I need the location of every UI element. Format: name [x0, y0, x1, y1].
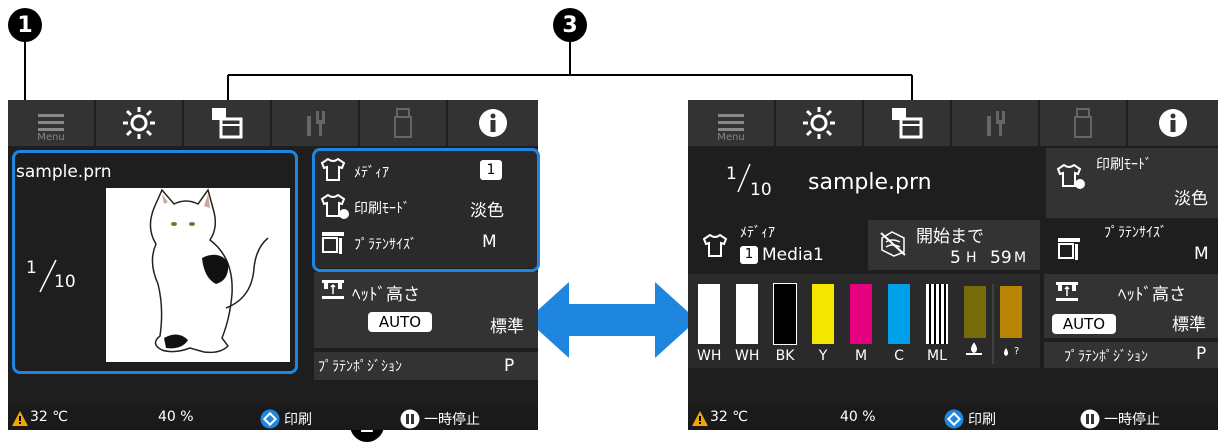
pause-label[interactable]: 一時停止 [1104, 409, 1160, 429]
platen-position-value: P [1196, 344, 1207, 364]
ink-bar-m [850, 284, 872, 344]
warning-icon [692, 411, 708, 426]
print-label[interactable]: 印刷 [968, 409, 996, 429]
switch-arrow-icon [527, 282, 697, 358]
brightness-button[interactable] [96, 100, 182, 146]
ink-bar-ml [926, 284, 948, 344]
highlight-settings [312, 148, 540, 272]
print-mode-icon [1056, 164, 1085, 189]
platen-size-icon [1058, 238, 1080, 260]
ink-label: WH [735, 348, 760, 364]
media-badge: 1 [740, 246, 758, 264]
platen-size-value: M [1194, 244, 1209, 264]
maintenance-button[interactable] [272, 100, 358, 146]
info-icon [1159, 109, 1187, 137]
usb-button[interactable] [360, 100, 446, 146]
job-switch-button[interactable] [184, 100, 270, 146]
no-dry-icon [880, 231, 906, 257]
screen-switch-icon [892, 108, 923, 139]
platen-position-value: P [504, 356, 515, 376]
ink-bar-y [812, 284, 834, 344]
ink-label: ML [927, 348, 947, 364]
menu-button[interactable]: Menu [688, 100, 774, 146]
start-hours-unit: H [966, 250, 977, 266]
right-screen: Menu 1 10 sample.prn 印刷ﾓｰﾄﾞ 淡色 ﾒﾃﾞｨｱ 1 M… [688, 100, 1218, 430]
media-label: ﾒﾃﾞｨｱ [740, 225, 775, 241]
menu-icon [718, 114, 744, 131]
svg-text:?: ? [1014, 346, 1019, 357]
platen-position-label: ﾌﾟﾗﾃﾝﾎﾟｼﾞｼｮﾝ [1064, 349, 1148, 365]
warning-icon [12, 411, 28, 426]
humidity-value: 40 % [158, 409, 194, 425]
ink-bar-bk [773, 283, 797, 345]
head-height-value: 標準 [1172, 315, 1206, 335]
ink-label: M [854, 348, 868, 364]
menu-label: Menu [717, 132, 745, 143]
ink-label: BK [775, 348, 795, 364]
start-hours: 5 [950, 248, 961, 268]
maintenance-button[interactable] [952, 100, 1038, 146]
head-height-icon [322, 280, 344, 299]
platen-position-label: ﾌﾟﾗﾃﾝﾎﾟｼﾞｼｮﾝ [318, 359, 402, 375]
head-height-value: 標準 [490, 317, 524, 337]
ink-bar-wh [698, 284, 720, 344]
usb-button[interactable] [1040, 100, 1126, 146]
usb-icon [394, 108, 412, 138]
head-height-label: ﾍｯﾄﾞ高さ [1118, 285, 1186, 305]
start-minutes: 59 [990, 248, 1012, 268]
start-label: 開始まで [916, 227, 984, 247]
platen-size-label: ﾌﾟﾗﾃﾝｻｲｽﾞ [1104, 225, 1167, 241]
head-height-icon [1056, 282, 1078, 301]
highlight-job-area [12, 150, 298, 374]
brightness-icon [123, 107, 155, 139]
humidity-value: 40 % [840, 409, 876, 425]
ink-label: C [894, 348, 904, 364]
start-minutes-unit: M [1014, 250, 1027, 266]
pause-icon [400, 409, 420, 429]
info-button[interactable] [1128, 100, 1218, 146]
head-height-label: ﾍｯﾄﾞ高さ [352, 285, 420, 305]
print-icon [260, 409, 280, 429]
screen-switch-icon [212, 108, 243, 139]
job-filename: sample.prn [808, 170, 932, 195]
temperature-value: 32 ℃ [30, 409, 68, 425]
tshirt-icon [702, 234, 728, 257]
temperature-value: 32 ℃ [710, 409, 748, 425]
pause-icon [1080, 409, 1100, 429]
ink-bar-wh [736, 284, 758, 344]
maintenance-icon [987, 111, 1005, 136]
brightness-button[interactable] [776, 100, 862, 146]
print-icon [944, 409, 964, 429]
ink-bar-c [888, 284, 910, 344]
job-switch-button[interactable] [864, 100, 950, 146]
maintenance-tank-icon: ? [964, 284, 1022, 364]
pause-label[interactable]: 一時停止 [424, 409, 480, 429]
media-name: Media1 [762, 245, 824, 265]
menu-button[interactable]: Menu [8, 100, 94, 146]
ink-label: WH [697, 348, 722, 364]
ink-label: Y [818, 348, 828, 364]
print-mode-label: 印刷ﾓｰﾄﾞ [1096, 157, 1152, 173]
status-bar: 32 ℃ 40 % 印刷 一時停止 [8, 407, 538, 430]
auto-button[interactable]: AUTO [1052, 314, 1116, 334]
info-icon [479, 109, 507, 137]
status-bar: 32 ℃ 40 % 印刷 一時停止 [688, 407, 1218, 430]
copies-denominator: 10 [750, 180, 772, 200]
print-label[interactable]: 印刷 [284, 409, 312, 429]
usb-icon [1074, 108, 1092, 138]
menu-icon [38, 114, 64, 131]
print-mode-value: 淡色 [1174, 189, 1208, 209]
brightness-icon [803, 107, 835, 139]
auto-button[interactable]: AUTO [368, 312, 432, 332]
info-button[interactable] [448, 100, 538, 146]
maintenance-icon [307, 111, 325, 136]
menu-label: Menu [37, 132, 65, 143]
